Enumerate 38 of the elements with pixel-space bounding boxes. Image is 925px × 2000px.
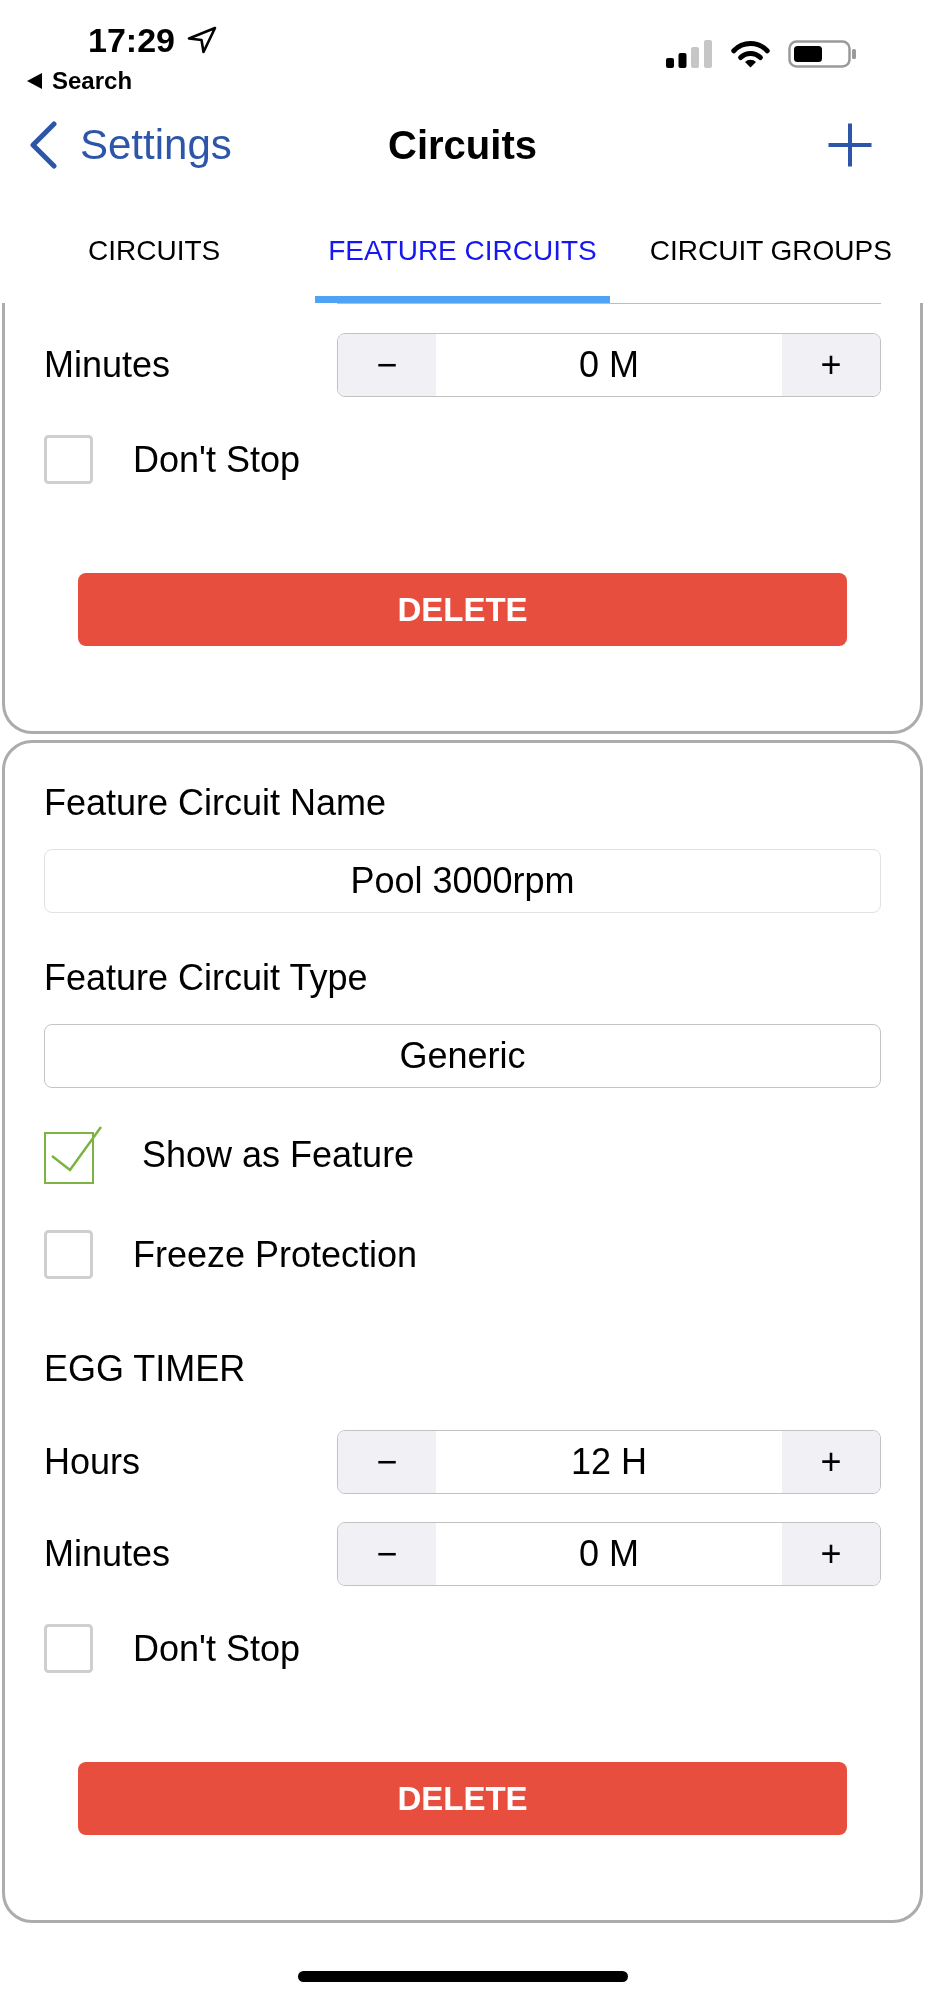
decrement-button[interactable]: −: [338, 334, 436, 396]
stepper-label: Minutes: [44, 344, 171, 386]
wifi-icon: [730, 40, 771, 68]
plus-icon: [827, 122, 873, 168]
tab[interactable]: CIRCUITS: [7, 205, 302, 303]
decrement-button[interactable]: −: [338, 1431, 436, 1493]
stepper-label: Minutes: [44, 1533, 171, 1575]
checkbox[interactable]: [44, 1230, 93, 1279]
location-arrow-icon: [186, 26, 217, 54]
stepper-label: Hours: [44, 1441, 141, 1483]
increment-button[interactable]: +: [782, 334, 880, 396]
clock-time: 17:29: [88, 20, 175, 60]
tab[interactable]: CIRCUIT GROUPS: [623, 205, 918, 303]
checkbox[interactable]: [44, 1126, 102, 1184]
checkbox[interactable]: [44, 435, 93, 484]
checkbox-label: Don't Stop: [133, 438, 300, 481]
checkbox-label: Show as Feature: [142, 1134, 415, 1176]
field-label: Feature Circuit Name: [44, 783, 388, 823]
delete-button[interactable]: DELETE: [78, 1762, 847, 1835]
section-heading: EGG TIMER: [44, 1349, 247, 1389]
battery-icon: [788, 40, 856, 68]
checkbox[interactable]: [44, 1624, 93, 1673]
chevron-left-icon: [28, 121, 58, 169]
checkbox-label: Freeze Protection: [133, 1233, 418, 1276]
select-field[interactable]: Generic: [44, 1024, 881, 1088]
signal-icon: [666, 40, 713, 68]
checkbox-label: Don't Stop: [133, 1627, 300, 1670]
decrement-button[interactable]: −: [338, 1523, 436, 1585]
add-button[interactable]: [827, 122, 873, 168]
delete-button[interactable]: DELETE: [78, 573, 847, 646]
triangle-icon: [27, 73, 42, 89]
field-label: Feature Circuit Type: [44, 958, 369, 998]
increment-button[interactable]: +: [782, 1431, 880, 1493]
text-field[interactable]: Pool 3000rpm: [44, 849, 881, 913]
increment-button[interactable]: +: [782, 1523, 880, 1585]
back-button[interactable]: Settings: [28, 120, 232, 170]
screen-title: Circuits: [388, 122, 537, 169]
back-link[interactable]: Search: [27, 67, 217, 95]
